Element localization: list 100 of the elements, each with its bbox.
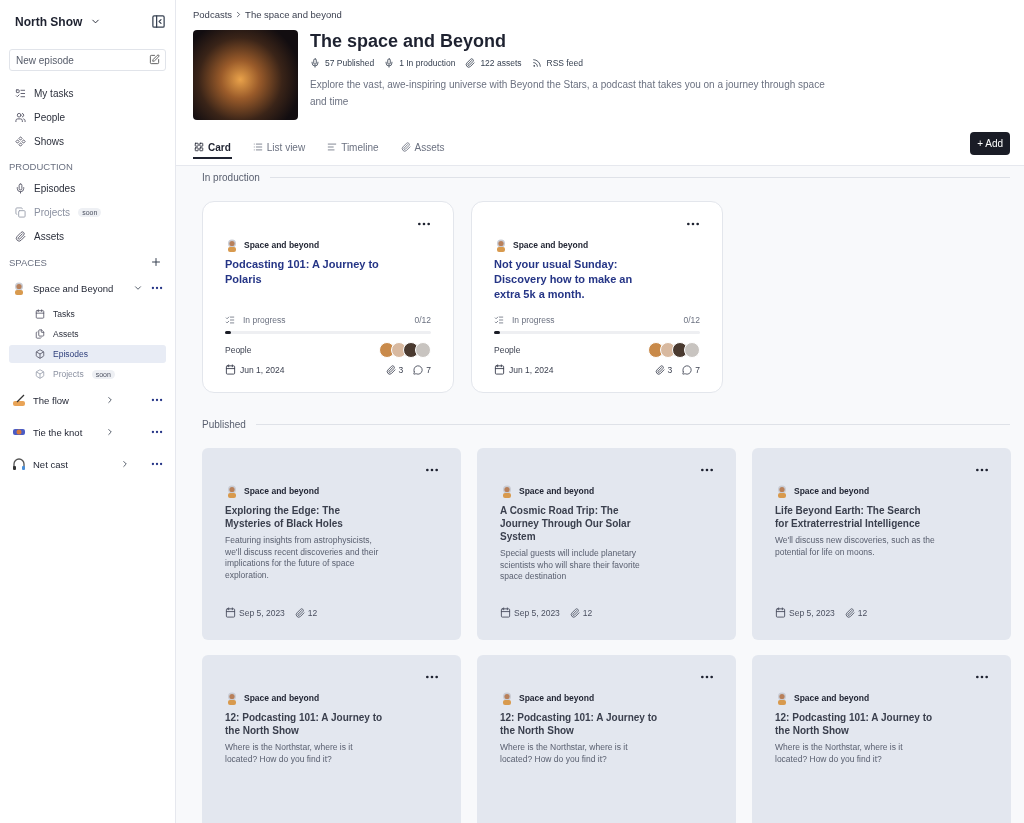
episode-card[interactable]: Space and beyond Not your usual Sunday: Discovery how to make an extra 5k a month. In progress 0/12 People Jun 1, 2024 3 7	[471, 201, 723, 393]
sidebar-subitem[interactable]: Tasks	[9, 305, 166, 323]
episode-date: Jun 1, 2024	[240, 364, 285, 375]
space-name: Space and beyond	[513, 240, 589, 250]
copy-icon	[15, 206, 26, 218]
astronaut-icon	[500, 484, 514, 498]
space-name[interactable]: Tie the knot	[33, 426, 98, 438]
comment-count: 7	[695, 364, 700, 375]
episode-card[interactable]: Space and beyond Life Beyond Earth: The Search for Extraterrestrial Intelligence We'll discuss new discoveries, such as the potential for life on moons. Sep 5, 2023 12	[752, 448, 1011, 640]
astronaut-icon	[225, 238, 239, 252]
show-title: The space and Beyond	[310, 31, 508, 52]
avatar	[391, 342, 407, 358]
paperclip-icon	[15, 230, 26, 242]
add-space-icon[interactable]	[150, 256, 162, 268]
space-name: Space and beyond	[244, 240, 320, 250]
sidebar-item[interactable]: People	[9, 107, 166, 127]
headphones-icon	[12, 457, 26, 471]
checklist-icon	[225, 315, 235, 325]
add-button[interactable]: + Add	[970, 132, 1010, 155]
new-episode-field[interactable]: New episode	[9, 49, 166, 71]
sidebar-subitem[interactable]: Episodes	[9, 345, 166, 363]
episode-title[interactable]: Podcasting 101: A Journey to Polaris	[225, 257, 385, 315]
paperclip-icon	[465, 58, 476, 68]
view-tab[interactable]: Timeline	[326, 138, 380, 159]
episode-description: Where is the Northstar, where is it located? How do you find it?	[775, 742, 904, 766]
space-name: Space and beyond	[794, 486, 870, 496]
episode-title[interactable]: A Cosmic Road Trip: The Journey Through Our Solar System	[500, 504, 660, 543]
episode-card[interactable]: Space and beyond 12: Podcasting 101: A Journey to the North Show Where is the Northstar, where is it located? How do you find it?	[477, 655, 736, 823]
chevron-icon[interactable]	[105, 395, 115, 405]
space-name: Space and beyond	[519, 693, 595, 703]
space-name[interactable]: Space and Beyond	[33, 282, 126, 294]
paperclip-icon	[569, 607, 580, 618]
chevron-icon[interactable]	[133, 283, 143, 293]
episode-title[interactable]: Not your usual Sunday: Discovery how to make an extra 5k a month.	[494, 257, 654, 315]
section-title: SPACES	[9, 256, 47, 268]
paperclip-icon	[844, 607, 855, 618]
breadcrumb-link[interactable]: Podcasts	[193, 9, 233, 20]
space-name[interactable]: The flow	[33, 394, 98, 406]
view-tab[interactable]: Card	[193, 138, 232, 159]
episode-card[interactable]: Space and beyond Podcasting 101: A Journey to Polaris In progress 0/12 People Jun 1, 2024 3 7	[202, 201, 454, 393]
episode-title[interactable]: Life Beyond Earth: The Search for Extraterrestrial Intelligence	[775, 504, 935, 530]
paperclip-icon	[294, 607, 305, 618]
files-icon	[35, 329, 45, 339]
microphone-icon	[15, 182, 26, 194]
calendar-icon	[225, 364, 236, 375]
workspace-switcher[interactable]: North Show	[15, 14, 102, 29]
breadcrumb-link[interactable]: The space and beyond	[245, 9, 342, 20]
attachment-count: 12	[857, 607, 868, 618]
avatar	[660, 342, 676, 358]
avatar	[684, 342, 700, 358]
people-label: People	[225, 345, 252, 355]
episode-card[interactable]: Space and beyond 12: Podcasting 101: A Journey to the North Show Where is the Northstar, where is it located? How do you find it?	[752, 655, 1011, 823]
episode-description: Where is the Northstar, where is it located? How do you find it?	[500, 742, 629, 766]
chevron-icon[interactable]	[105, 427, 115, 437]
timeline-icon	[327, 142, 338, 152]
comment-icon	[682, 364, 693, 375]
attachment-count: 3	[398, 364, 404, 375]
calendar-icon	[225, 607, 236, 618]
episode-title[interactable]: 12: Podcasting 101: A Journey to the North Show	[500, 711, 660, 737]
view-tab[interactable]: Assets	[399, 138, 446, 159]
paperclip-icon	[400, 142, 411, 152]
avatar	[379, 342, 395, 358]
section-title: PRODUCTION	[9, 161, 73, 172]
avatar	[672, 342, 688, 358]
episode-card[interactable]: Space and beyond A Cosmic Road Trip: The Journey Through Our Solar System Special guests will include planetary scientists who will share their favorite space destination Sep 5, 2023 12	[477, 448, 736, 640]
chevron-icon[interactable]	[120, 459, 130, 469]
microphone-icon	[310, 58, 320, 68]
avatar	[648, 342, 664, 358]
astronaut-icon	[775, 691, 789, 705]
sidebar-subitem[interactable]: Assets	[9, 325, 166, 343]
episode-description: We'll discuss new discoveries, such as the potential for life on moons.	[775, 535, 935, 559]
collapse-sidebar-icon[interactable]	[151, 14, 166, 29]
section-title: In production	[202, 172, 260, 183]
calendar-icon	[500, 607, 511, 618]
paperclip-icon	[385, 364, 396, 375]
rss-icon	[531, 58, 542, 68]
show-stat: 57 Published	[325, 58, 375, 68]
calendar-icon	[494, 364, 505, 375]
episode-title[interactable]: 12: Podcasting 101: A Journey to the North Show	[775, 711, 935, 737]
episode-date: Sep 5, 2023	[239, 607, 285, 618]
sidebar-item[interactable]: Shows	[9, 131, 166, 151]
episode-title[interactable]: 12: Podcasting 101: A Journey to the North Show	[225, 711, 385, 737]
sidebar-item[interactable]: My tasks	[9, 83, 166, 103]
space-name: Space and beyond	[244, 486, 320, 496]
episode-date: Jun 1, 2024	[509, 364, 554, 375]
view-tab[interactable]: List view	[251, 138, 307, 159]
edit-icon[interactable]	[149, 54, 160, 65]
episode-description: Featuring insights from astrophysicists, we'll discuss recent discoveries and their implications for the future of space exploration.	[225, 535, 380, 582]
space-name[interactable]: Net cast	[33, 458, 113, 470]
episode-card[interactable]: Space and beyond 12: Podcasting 101: A Journey to the North Show Where is the Northstar, where is it located? How do you find it?	[202, 655, 461, 823]
section-title: Published	[202, 419, 246, 430]
sidebar-item[interactable]: Episodes	[9, 178, 166, 198]
grid-icon	[194, 142, 204, 152]
attachment-count: 12	[307, 607, 318, 618]
space-name: Space and beyond	[794, 693, 870, 703]
microphone-icon	[384, 58, 395, 68]
sidebar-item[interactable]: Assets	[9, 226, 166, 246]
episode-date: Sep 5, 2023	[789, 607, 835, 618]
episode-title[interactable]: Exploring the Edge: The Mysteries of Black Holes	[225, 504, 385, 530]
status-label: In progress	[243, 315, 286, 325]
